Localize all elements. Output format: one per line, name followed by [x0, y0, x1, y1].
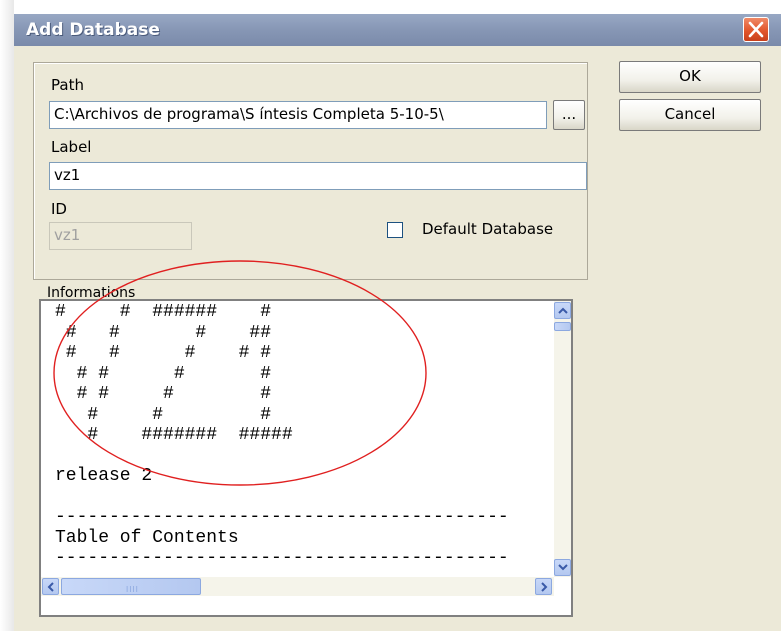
scroll-left-button[interactable] [42, 578, 59, 595]
default-database-checkbox[interactable] [387, 222, 403, 238]
horizontal-scrollbar[interactable]: IIII [41, 577, 554, 596]
id-field: vz1 [49, 222, 192, 250]
title-bar[interactable]: Add Database [14, 14, 781, 46]
scroll-down-icon [558, 564, 568, 571]
browse-button[interactable]: ... [553, 100, 585, 130]
path-field[interactable]: C:\Archivos de programa\S íntesis Comple… [49, 101, 547, 129]
path-label: Path [51, 76, 84, 94]
scroll-left-icon [47, 582, 54, 592]
vertical-scroll-thumb[interactable] [554, 322, 571, 331]
label-field[interactable]: vz1 [49, 162, 587, 190]
default-database-label[interactable]: Default Database [422, 220, 553, 238]
scroll-grip: IIII [126, 585, 139, 594]
close-button[interactable] [743, 17, 769, 42]
add-database-dialog: Add Database Path C:\Archivos de program… [14, 14, 781, 631]
informations-content: # # ###### # # # # ## # # # # # # # # # … [55, 302, 509, 568]
horizontal-scroll-thumb[interactable]: IIII [61, 578, 201, 595]
dialog-title: Add Database [26, 20, 160, 40]
id-label: ID [51, 200, 67, 218]
informations-box[interactable]: # # ###### # # # # ## # # # # # # # # # … [39, 299, 573, 617]
label-label: Label [51, 138, 92, 156]
scroll-up-icon [558, 307, 568, 314]
vertical-scrollbar[interactable] [554, 301, 571, 577]
ok-button[interactable]: OK [619, 61, 761, 93]
scroll-right-button[interactable] [535, 578, 552, 595]
scroll-right-icon [541, 582, 548, 592]
scroll-up-button[interactable] [554, 302, 571, 319]
close-icon [748, 21, 764, 38]
scroll-down-button[interactable] [554, 559, 571, 576]
cancel-button[interactable]: Cancel [619, 99, 761, 131]
desktop-edge [0, 0, 14, 631]
